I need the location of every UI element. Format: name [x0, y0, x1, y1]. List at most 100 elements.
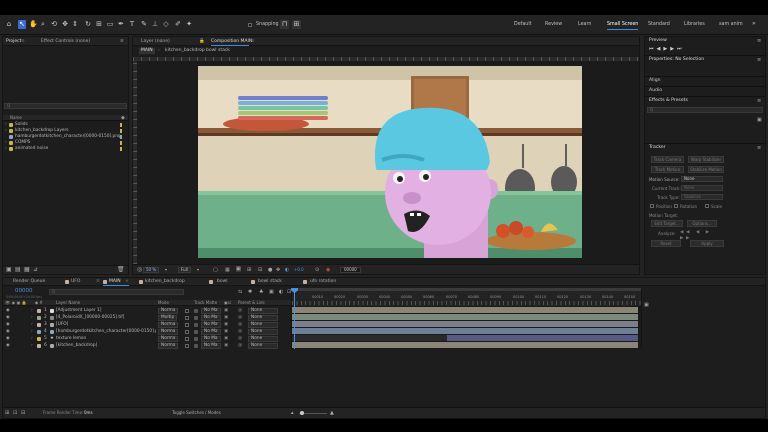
horizontal-ruler[interactable] [133, 57, 639, 61]
layer-row[interactable]: ◉ › 2 [4_PolaroidX_[00000-00025].tif] Mu… [3, 314, 291, 321]
snap-icon[interactable]: ⊓ [280, 20, 289, 29]
modes-icon[interactable]: ⊡ [13, 410, 17, 416]
rotation-checkbox[interactable] [674, 204, 678, 208]
tab-layer[interactable]: Layer (none) [141, 39, 170, 44]
disclosure-arrow-icon[interactable]: › [31, 314, 33, 321]
pickwhip-icon[interactable]: @ [238, 314, 242, 321]
parent-link-header[interactable]: Parent & Link [238, 300, 265, 306]
trash-icon[interactable]: 🗑 [117, 267, 125, 273]
preserve-transparency-checkbox[interactable] [185, 322, 189, 327]
effects-search-input[interactable]: Q [647, 107, 763, 113]
layer-name[interactable]: [4_PolaroidX_[00000-00025].tif] [56, 314, 124, 321]
shy-icon[interactable]: ♣ [259, 289, 263, 295]
snapping-checkbox[interactable] [248, 23, 252, 27]
pickwhip-icon[interactable]: @ [238, 328, 242, 335]
fx-switch-icon[interactable]: ▣ [224, 342, 228, 349]
zoom-tool-icon[interactable]: ⌕ [39, 20, 47, 29]
layer-name[interactable]: [kitchen_backdrop] [56, 342, 97, 349]
tab-ufo[interactable]: UFO [71, 279, 80, 284]
show-snapshot-icon[interactable]: ◉ [326, 267, 330, 273]
reset-button[interactable]: Reset [651, 240, 681, 247]
clone-tool-icon[interactable]: ⊥ [151, 20, 159, 29]
preview-controls[interactable]: ⏮◀▶▶⏭ [649, 46, 719, 52]
preserve-transparency-checkbox[interactable] [185, 329, 189, 334]
composition-frame[interactable] [198, 66, 582, 258]
track-matte-dropdown[interactable]: No Ma [201, 343, 221, 349]
interpret-footage-icon[interactable]: ▣ [6, 267, 12, 273]
lock-icon[interactable]: 🔒 [199, 39, 205, 44]
workspace-review[interactable]: Review [545, 22, 562, 27]
timeline-search-input[interactable]: Q [49, 289, 184, 295]
pickwhip-icon[interactable]: @ [238, 307, 242, 314]
track-motion-button[interactable]: Track Motion [651, 166, 684, 173]
breadcrumb-main[interactable]: MAIN [139, 48, 155, 54]
edit-target-button[interactable]: Edit Target... [651, 220, 683, 227]
playhead[interactable] [294, 288, 295, 349]
disclosure-arrow-icon[interactable]: › [31, 335, 33, 342]
region-of-interest-icon[interactable]: ▢ [213, 267, 218, 273]
toggle-switches-modes[interactable]: Toggle Switches / Modes [172, 410, 221, 416]
blend-mode-dropdown[interactable]: Norma [158, 343, 179, 349]
layer-name[interactable]: texture lemon [56, 335, 86, 342]
label-color-swatch[interactable] [37, 315, 41, 320]
grid-icon[interactable]: ⊟ [258, 267, 262, 273]
home-icon[interactable]: ⌂ [5, 20, 13, 29]
tab-composition-main[interactable]: Composition MAIN [211, 39, 252, 44]
label-color-swatch[interactable] [37, 329, 41, 334]
track-camera-button[interactable]: Track Camera [651, 156, 684, 163]
visibility-eye-icon[interactable]: ◉ [6, 321, 10, 328]
options-button[interactable]: Options... [687, 220, 717, 227]
vertical-ruler[interactable] [133, 61, 137, 264]
brush-tool-icon[interactable]: ✎ [140, 20, 148, 29]
comp-button-icon[interactable]: ▣ [644, 302, 649, 308]
rotate-tool-icon[interactable]: ↻ [84, 20, 92, 29]
tab-bowl[interactable]: bowl [217, 279, 228, 284]
track-type-dropdown[interactable]: Stabilize [681, 194, 723, 200]
flowchart-icon[interactable]: ⊿ [33, 267, 38, 273]
panel-menu-icon[interactable]: ≡ [757, 98, 761, 104]
fx-switch-icon[interactable]: ▣ [224, 321, 228, 328]
tab-ufo-rotation[interactable]: ufo rotation [310, 279, 336, 284]
workspace-overflow-icon[interactable]: » [752, 20, 756, 27]
puppet-tool-icon[interactable]: ✦ [185, 20, 193, 29]
chevron-down-icon[interactable]: ▾ [197, 267, 199, 273]
comp-flowchart-icon[interactable]: ⇆ [238, 289, 242, 295]
preserve-transparency-checkbox[interactable] [185, 336, 189, 341]
pickwhip-icon[interactable]: @ [238, 342, 242, 349]
effects-presets-title[interactable]: Effects & Presets [649, 97, 688, 105]
disclosure-arrow-icon[interactable]: › [31, 307, 33, 314]
track-matte-header[interactable]: Track Matte [194, 300, 217, 306]
pen-tool-icon[interactable]: ✒ [117, 20, 125, 29]
close-icon[interactable]: ≡ [96, 279, 100, 284]
parent-dropdown[interactable]: None [248, 343, 278, 349]
motion-blur-icon[interactable]: ◐ [279, 289, 283, 295]
workspace-libraries[interactable]: Libraries [684, 22, 705, 27]
label-color-swatch[interactable] [37, 322, 41, 327]
switches-icon[interactable]: ▣☑ [224, 300, 231, 306]
visibility-eye-icon[interactable]: ◉ [6, 314, 10, 321]
layer-name[interactable]: [UFO] [56, 321, 68, 328]
layer-duration-bar[interactable] [292, 328, 638, 334]
viewer-timecode[interactable]: 00000 [340, 267, 361, 273]
visibility-eye-icon[interactable]: ◉ [6, 342, 10, 349]
roto-tool-icon[interactable]: ✐ [174, 20, 182, 29]
layer-row[interactable]: ◉ › 6 [kitchen_backdrop] Norma No Ma ▣ @… [3, 342, 291, 349]
preview-title[interactable]: Preview [649, 37, 667, 45]
project-search-input[interactable]: Q [4, 103, 127, 109]
fx-switch-icon[interactable]: ▣ [224, 314, 228, 321]
3d-view-icon[interactable]: ⊞ [247, 267, 251, 273]
properties-title[interactable]: Properties: No Selection [649, 56, 704, 64]
frame-blending-icon[interactable]: ▣ [269, 289, 274, 295]
layer-duration-bar[interactable] [292, 314, 638, 320]
exposure-reset-icon[interactable]: ✥ [276, 267, 280, 273]
chevron-down-icon[interactable]: ▾ [165, 267, 167, 273]
name-column-header[interactable]: Name [10, 115, 22, 121]
panel-menu-icon[interactable]: ≡ [757, 57, 761, 63]
position-checkbox[interactable] [650, 204, 654, 208]
label-color-swatch[interactable] [37, 336, 41, 341]
label-color-swatch[interactable] [37, 308, 41, 313]
layer-duration-bar[interactable] [447, 335, 638, 341]
project-item-animated-noise[interactable]: › animated noise [3, 146, 128, 152]
in-out-icon[interactable]: ⊟ [21, 410, 25, 416]
layer-name[interactable]: [hamburgerdotkitchen_character[0000-0150… [56, 328, 156, 335]
